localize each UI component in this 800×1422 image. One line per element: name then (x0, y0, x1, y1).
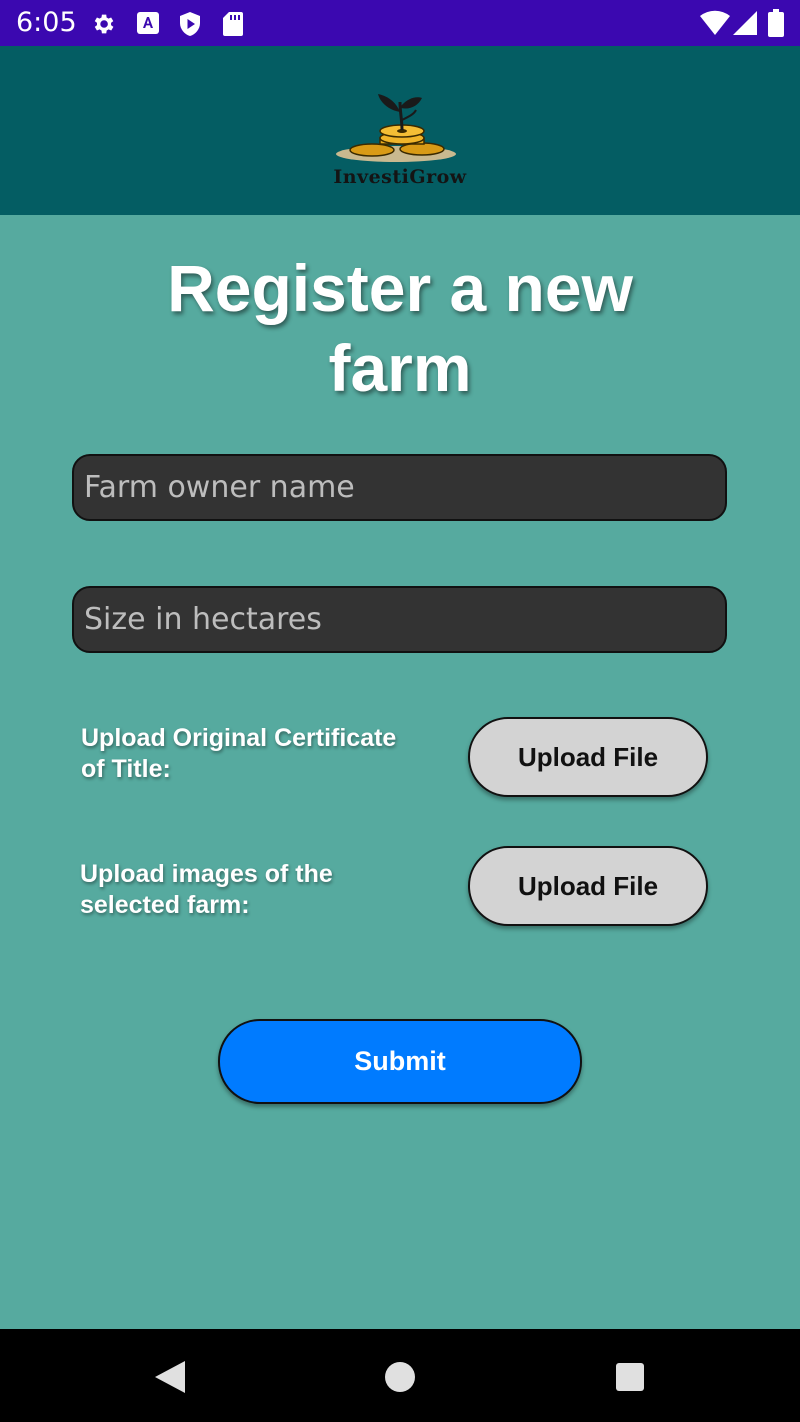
images-upload-label: Upload images of the selected farm: (80, 860, 333, 919)
home-icon[interactable] (378, 1355, 422, 1399)
battery-icon (768, 9, 784, 42)
upload-images-button[interactable]: Upload File (468, 846, 708, 926)
app-header: InvestiGrow (0, 46, 800, 215)
certificate-upload-label: Upload Original Certificate of Title: (81, 724, 397, 783)
page-title: Register a new farm (167, 251, 633, 405)
farm-owner-name-input[interactable] (72, 454, 727, 521)
coins-plant-icon (336, 94, 456, 162)
recents-icon[interactable] (608, 1355, 652, 1399)
size-in-hectares-input[interactable] (72, 586, 727, 653)
keyboard-a-icon (136, 11, 160, 40)
navigation-bar (0, 1329, 800, 1422)
cellular-signal-icon (732, 10, 758, 41)
back-icon[interactable] (148, 1355, 192, 1399)
logo-text: InvestiGrow (333, 166, 467, 188)
shield-play-icon (178, 11, 202, 42)
status-bar: 6:05 (0, 0, 800, 46)
gear-icon (90, 11, 116, 42)
register-farm-screen: 6:05 InvestiGrow Register a new farm Far… (0, 0, 800, 1422)
sd-card-icon (222, 11, 244, 42)
app-logo: InvestiGrow (330, 90, 470, 194)
upload-certificate-button[interactable]: Upload File (468, 717, 708, 797)
submit-button[interactable]: Submit (218, 1019, 582, 1104)
wifi-icon (700, 10, 730, 41)
status-time: 6:05 (16, 7, 77, 38)
